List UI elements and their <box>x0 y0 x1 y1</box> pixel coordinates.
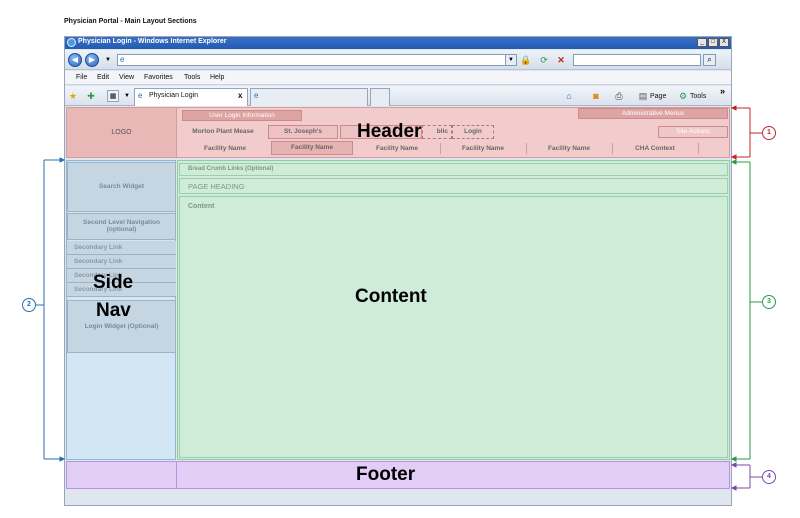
callout-header: 1 <box>762 126 776 140</box>
callout-footer: 4 <box>762 470 776 484</box>
callout-content: 3 <box>762 295 776 309</box>
callout-brackets <box>36 105 762 491</box>
callout-sidenav: 2 <box>22 298 36 312</box>
